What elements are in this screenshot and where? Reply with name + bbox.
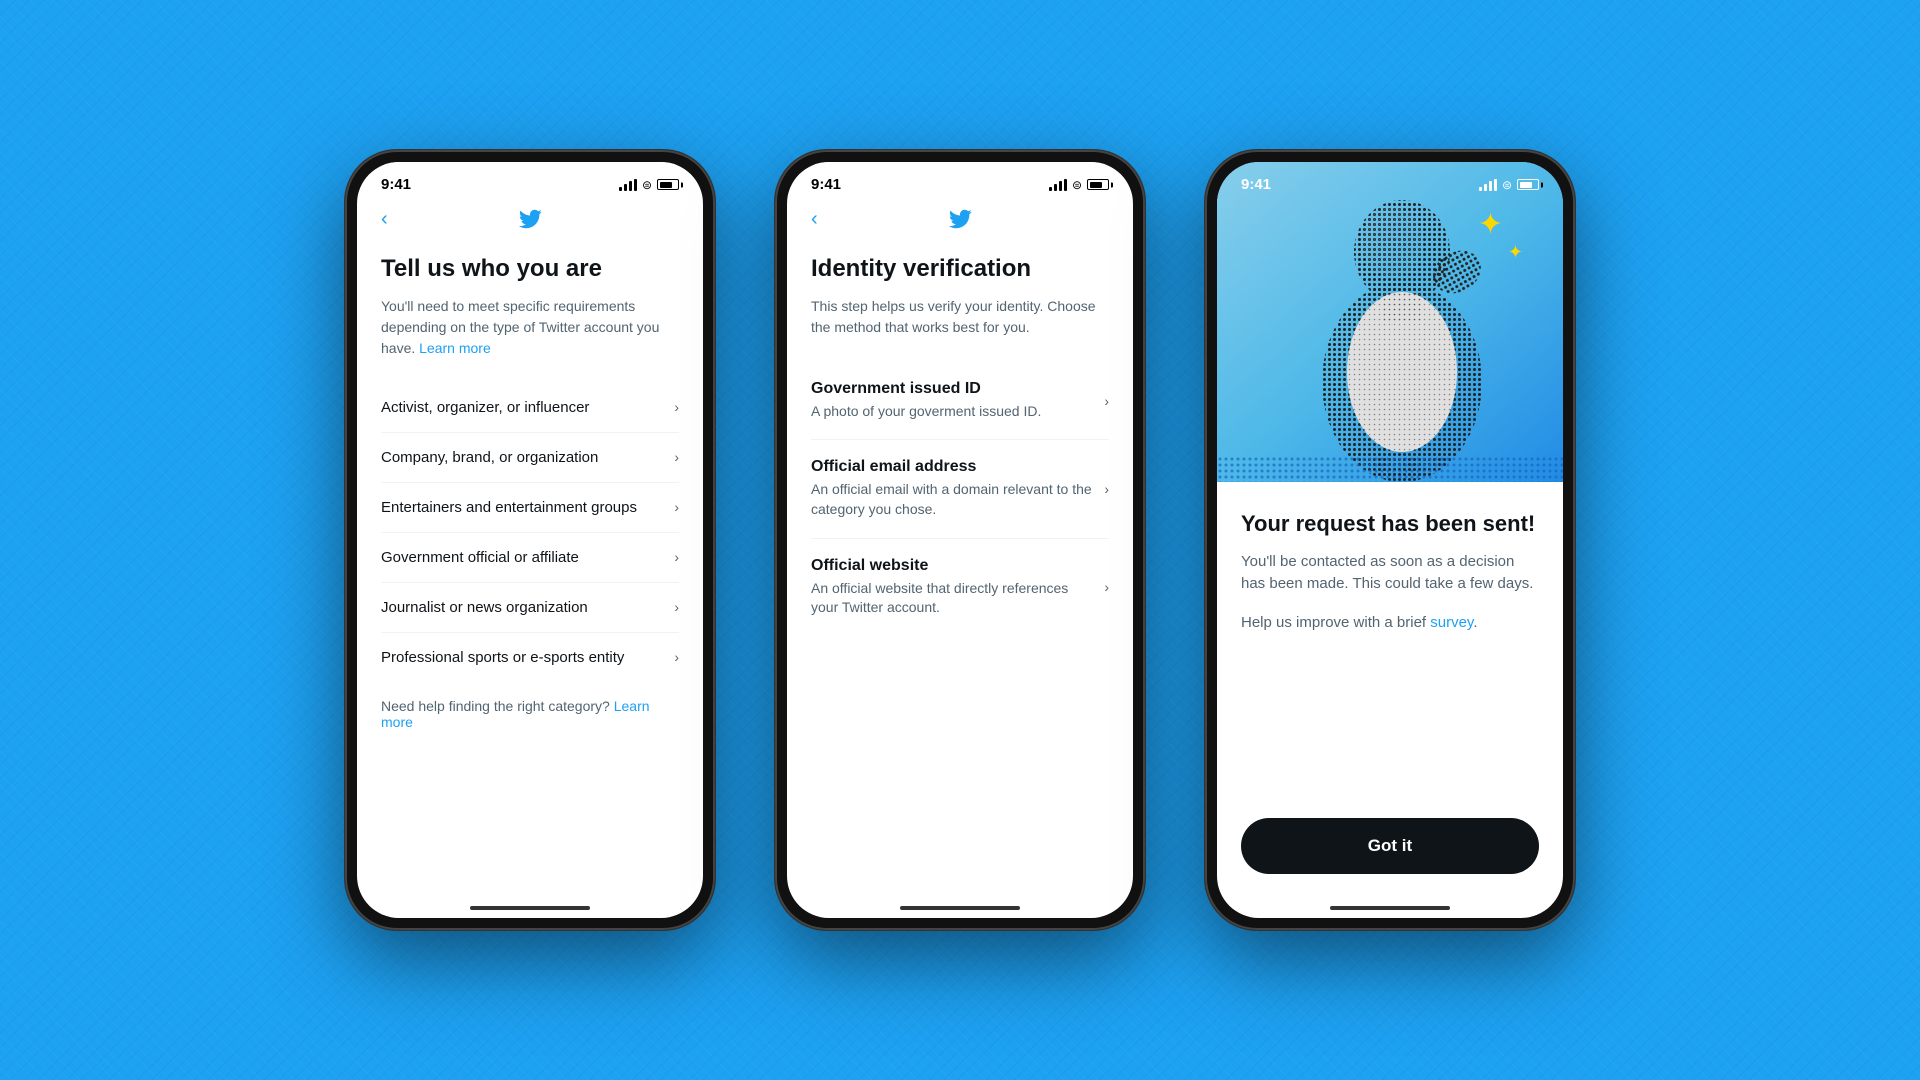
status-time-3: 9:41 xyxy=(1241,176,1271,193)
twitter-logo-2 xyxy=(945,207,975,231)
status-bar-2: 9:41 ⊜ xyxy=(787,162,1133,199)
twitter-logo-1 xyxy=(515,207,545,231)
back-button-1[interactable]: ‹ xyxy=(381,208,388,231)
screen-2-content: Identity verification This step helps us… xyxy=(787,239,1133,898)
phone-2-screen: 9:41 ⊜ ‹ Identity ve xyxy=(787,162,1133,918)
category-list: Activist, organizer, or influencer › Com… xyxy=(381,383,679,682)
chevron-email: › xyxy=(1104,481,1109,497)
battery-icon-2 xyxy=(1087,179,1109,190)
wifi-icon-2: ⊜ xyxy=(1072,178,1082,192)
phone-3: 9:41 ⊜ xyxy=(1205,150,1575,930)
category-sports[interactable]: Professional sports or e-sports entity › xyxy=(381,633,679,682)
home-bar-2 xyxy=(900,906,1020,910)
category-company[interactable]: Company, brand, or organization › xyxy=(381,433,679,483)
survey-link[interactable]: survey xyxy=(1430,614,1473,631)
status-time-1: 9:41 xyxy=(381,176,411,193)
battery-icon-1 xyxy=(657,179,679,190)
screen-1-content: Tell us who you are You'll need to meet … xyxy=(357,239,703,898)
verification-email[interactable]: Official email address An official email… xyxy=(811,440,1109,538)
status-bar-3: 9:41 ⊜ xyxy=(1217,162,1563,199)
chevron-company: › xyxy=(674,449,679,465)
phone-3-screen: 9:41 ⊜ xyxy=(1217,162,1563,918)
screen-1-title: Tell us who you are xyxy=(381,255,679,284)
nav-header-1: ‹ xyxy=(357,199,703,239)
nav-header-2: ‹ xyxy=(787,199,1133,239)
confirm-desc: You'll be contacted as soon as a decisio… xyxy=(1241,551,1539,596)
hero-illustration xyxy=(1217,162,1563,482)
status-icons-3: ⊜ xyxy=(1479,178,1539,192)
chevron-gov-id: › xyxy=(1104,393,1109,409)
verification-website[interactable]: Official website An official website tha… xyxy=(811,539,1109,636)
verification-gov-id[interactable]: Government issued ID A photo of your gov… xyxy=(811,362,1109,441)
chevron-journalist: › xyxy=(674,599,679,615)
category-activist[interactable]: Activist, organizer, or influencer › xyxy=(381,383,679,433)
chevron-website: › xyxy=(1104,579,1109,595)
status-icons-2: ⊜ xyxy=(1049,178,1109,192)
learn-more-link-1[interactable]: Learn more xyxy=(419,340,491,356)
confirmation-content: Your request has been sent! You'll be co… xyxy=(1217,482,1563,898)
screen-1-subtitle: You'll need to meet specific requirement… xyxy=(381,296,679,359)
screen-2-subtitle: This step helps us verify your identity.… xyxy=(811,296,1109,338)
battery-icon-3 xyxy=(1517,179,1539,190)
home-bar-1 xyxy=(470,906,590,910)
wifi-icon-1: ⊜ xyxy=(642,178,652,192)
help-text-1: Need help finding the right category? Le… xyxy=(381,698,679,730)
category-journalist[interactable]: Journalist or news organization › xyxy=(381,583,679,633)
sparkle-icon-2: ✦ xyxy=(1508,242,1523,263)
signal-icon-2 xyxy=(1049,179,1067,191)
phone-2: 9:41 ⊜ ‹ Identity ve xyxy=(775,150,1145,930)
got-it-button[interactable]: Got it xyxy=(1241,818,1539,874)
chevron-government: › xyxy=(674,549,679,565)
signal-icon-3 xyxy=(1479,179,1497,191)
survey-text: Help us improve with a brief survey. xyxy=(1241,612,1539,635)
status-bar-1: 9:41 ⊜ xyxy=(357,162,703,199)
hero-image: 9:41 ⊜ xyxy=(1217,162,1563,482)
status-icons-1: ⊜ xyxy=(619,178,679,192)
home-indicator-1 xyxy=(357,898,703,918)
chevron-activist: › xyxy=(674,399,679,415)
signal-icon-1 xyxy=(619,179,637,191)
status-time-2: 9:41 xyxy=(811,176,841,193)
category-government[interactable]: Government official or affiliate › xyxy=(381,533,679,583)
confirm-title: Your request has been sent! xyxy=(1241,510,1539,539)
screen-2-title: Identity verification xyxy=(811,255,1109,284)
wifi-icon-3: ⊜ xyxy=(1502,178,1512,192)
phone-1-screen: 9:41 ⊜ ‹ Tell us who xyxy=(357,162,703,918)
category-entertainers[interactable]: Entertainers and entertainment groups › xyxy=(381,483,679,533)
chevron-sports: › xyxy=(674,649,679,665)
home-indicator-3 xyxy=(1217,898,1563,918)
phone-1: 9:41 ⊜ ‹ Tell us who xyxy=(345,150,715,930)
chevron-entertainers: › xyxy=(674,499,679,515)
sparkle-icon-1: ✦ xyxy=(1478,207,1503,242)
back-button-2[interactable]: ‹ xyxy=(811,208,818,231)
home-bar-3 xyxy=(1330,906,1450,910)
home-indicator-2 xyxy=(787,898,1133,918)
